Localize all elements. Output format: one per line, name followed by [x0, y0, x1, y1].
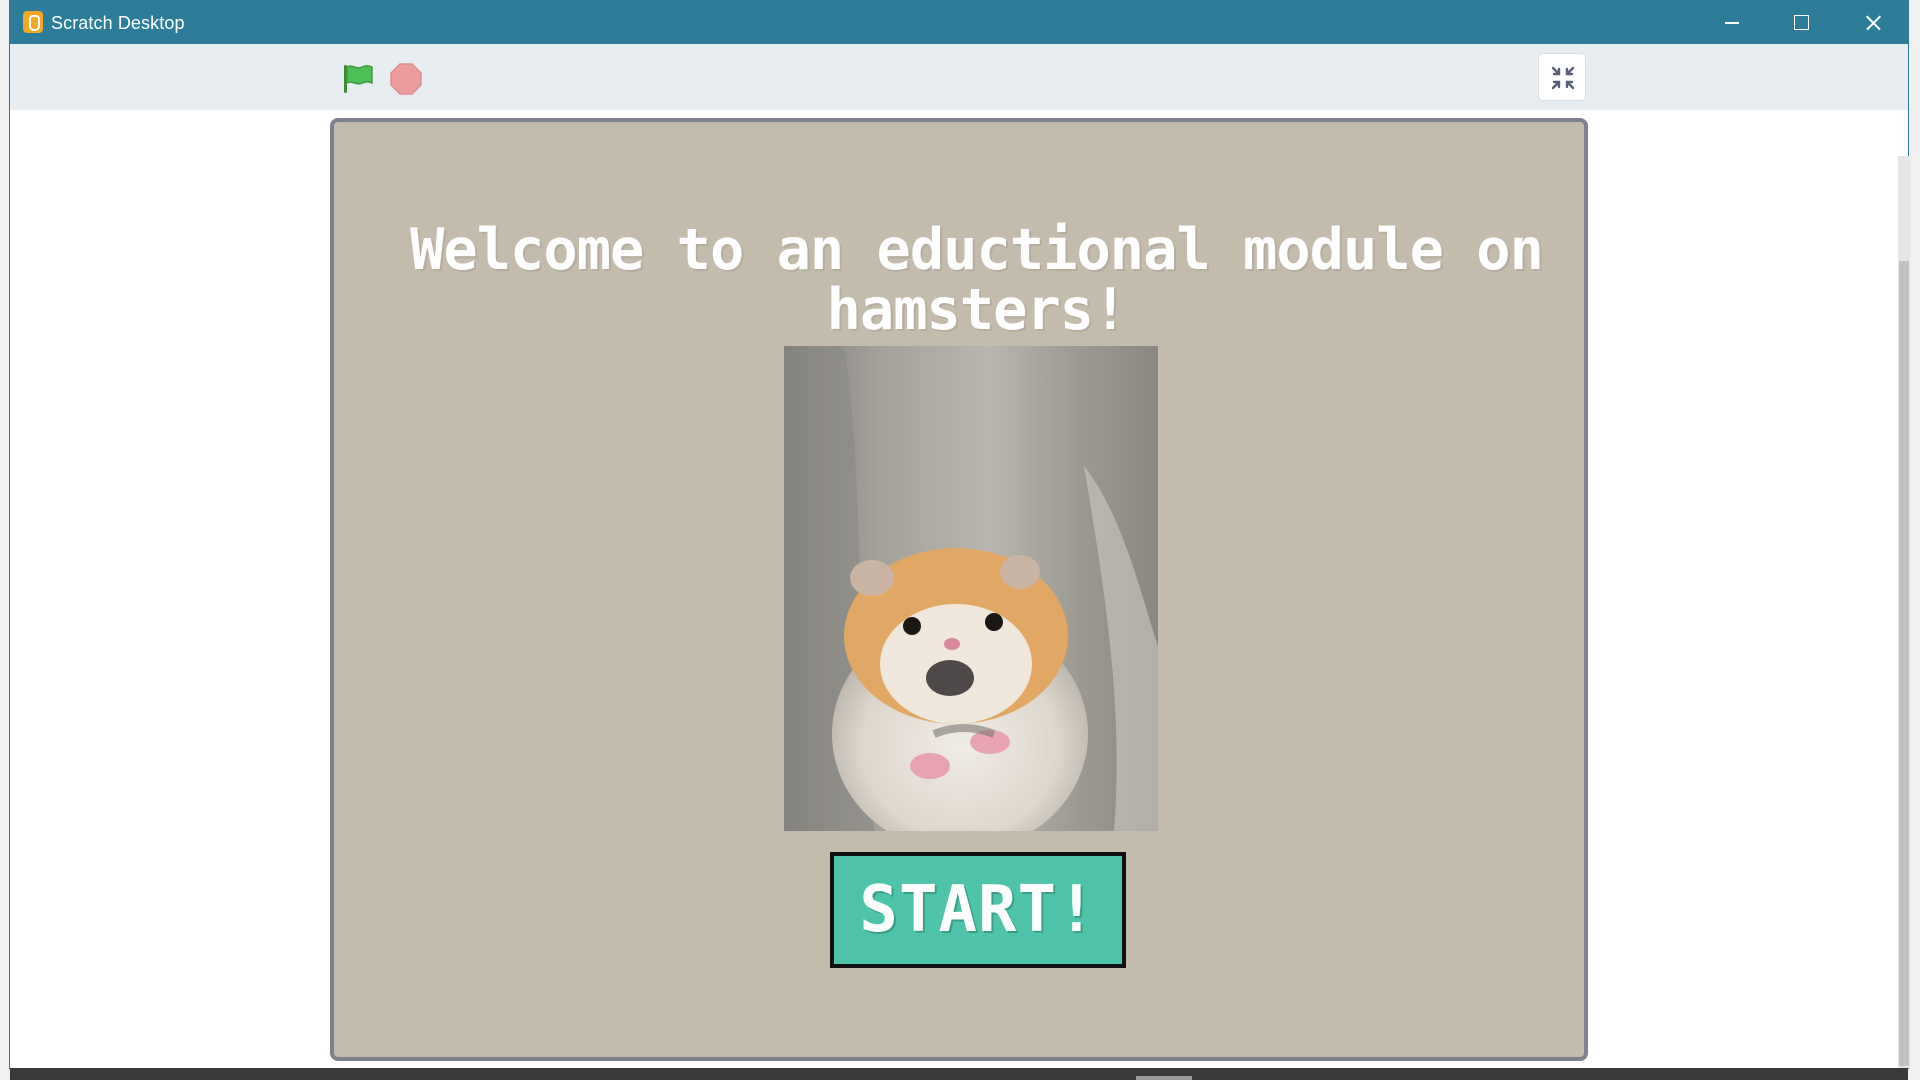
window-title: Scratch Desktop — [51, 13, 185, 33]
vertical-scrollbar[interactable] — [1898, 156, 1910, 1068]
green-flag-icon — [344, 65, 373, 93]
close-button[interactable] — [1836, 0, 1906, 44]
stop-icon — [390, 63, 422, 95]
stop-button[interactable] — [389, 62, 423, 96]
stage-toolbar — [10, 44, 1908, 110]
minimize-button[interactable] — [1696, 0, 1766, 44]
scratch-desktop-window: Scratch Desktop Welcome to an eductional… — [10, 0, 1908, 1068]
exit-fullscreen-icon — [1551, 66, 1575, 90]
scared-hamster-photo — [784, 346, 1158, 831]
green-flag-button[interactable] — [340, 61, 376, 97]
exit-fullscreen-button[interactable] — [1538, 53, 1586, 101]
title-bar[interactable]: Scratch Desktop — [10, 0, 1908, 44]
start-button[interactable]: START! — [830, 852, 1126, 968]
stage-title-line-2: hamsters! — [826, 277, 1128, 343]
maximize-button[interactable] — [1766, 0, 1836, 44]
project-stage[interactable]: Welcome to an eductional module on hamst… — [330, 118, 1588, 1061]
taskbar-edge — [10, 1068, 1908, 1080]
scratch-cat-icon — [23, 11, 43, 33]
stage-title-line-1: Welcome to an eductional module on — [410, 217, 1544, 283]
resize-handle[interactable] — [1136, 1076, 1192, 1080]
stage-title: Welcome to an eductional module on hamst… — [334, 220, 1584, 340]
scrollbar-thumb[interactable] — [1899, 261, 1909, 1066]
